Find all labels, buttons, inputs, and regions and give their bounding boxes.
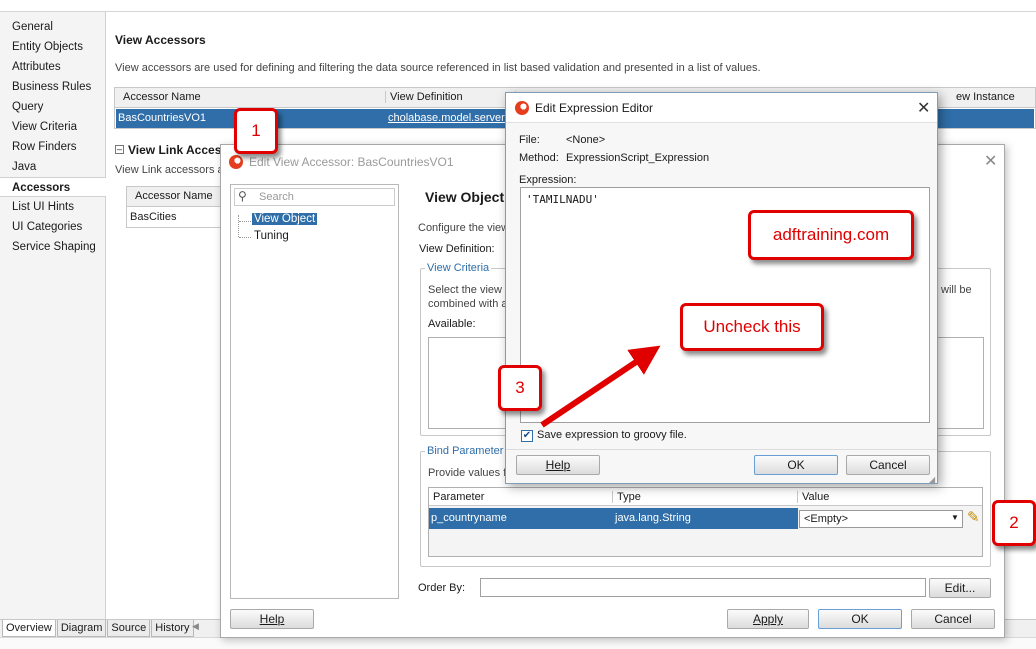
- nav-item-service-shaping[interactable]: Service Shaping: [0, 237, 106, 257]
- nav-item-accessors[interactable]: Accessors: [0, 177, 106, 197]
- nav-item-java[interactable]: Java: [0, 157, 106, 177]
- uncheck-callout: Uncheck this: [680, 303, 824, 351]
- nav-item-entity-objects[interactable]: Entity Objects: [0, 37, 106, 57]
- search-placeholder: Search: [259, 191, 294, 203]
- file-value: <None>: [566, 134, 606, 146]
- available-label: Available:: [428, 318, 476, 330]
- header-view-instance[interactable]: ew Instance: [956, 91, 1015, 103]
- tree-guide: [238, 215, 239, 237]
- resize-grip-icon[interactable]: ◢: [929, 475, 935, 484]
- tree-panel: ⚲ Search View Object Tuning: [230, 184, 399, 599]
- nav-list: General Entity Objects Attributes Business …: [0, 17, 106, 257]
- view-criteria-text1: Select the view: [428, 284, 502, 296]
- tree-item-tuning[interactable]: Tuning: [254, 230, 289, 242]
- bind-value-selected: <Empty>: [804, 513, 849, 525]
- accessor-row-name[interactable]: BasCountriesVO1: [118, 112, 206, 124]
- view-definition-label: View Definition:: [419, 243, 495, 255]
- order-by-label: Order By:: [418, 582, 466, 594]
- header-accessor-name[interactable]: Accessor Name: [115, 91, 386, 103]
- bind-table: Parameter Type Value p_countryname java.…: [428, 487, 983, 557]
- status-bar: [0, 637, 1036, 649]
- expr-dialog-title: Edit Expression Editor: [535, 101, 654, 115]
- tree-item-view-object[interactable]: View Object: [252, 213, 318, 225]
- arrow-annotation: [540, 345, 661, 428]
- expr-divider: [506, 449, 937, 450]
- link-row-name[interactable]: BasCities: [130, 211, 176, 223]
- expr-cancel-button[interactable]: Cancel: [846, 455, 930, 475]
- selected-list[interactable]: [936, 337, 984, 429]
- nav-item-row-finders[interactable]: Row Finders: [0, 137, 106, 157]
- step-2-callout: 2: [992, 500, 1036, 546]
- search-icon: ⚲: [238, 189, 247, 203]
- edit-dialog-cancel-button[interactable]: Cancel: [911, 609, 995, 629]
- bind-header-type[interactable]: Type: [613, 491, 798, 503]
- nav-item-query[interactable]: Query: [0, 97, 106, 117]
- expression-label: Expression:: [519, 174, 577, 186]
- top-border: [0, 11, 1036, 12]
- bind-parameter-legend: Bind Parameter V: [425, 445, 516, 457]
- tab-history[interactable]: History: [151, 620, 194, 637]
- view-link-desc: View Link accessors ar: [115, 164, 228, 176]
- order-by-input[interactable]: [480, 578, 926, 597]
- configure-text: Configure the view: [418, 222, 510, 234]
- edit-dialog-help-button[interactable]: Help: [230, 609, 314, 629]
- expr-app-icon: [515, 101, 529, 115]
- view-accessors-title: View Accessors: [115, 33, 206, 47]
- view-link-collapse-icon[interactable]: –: [115, 145, 124, 154]
- link-table: Accessor Name BasCities: [126, 186, 227, 228]
- bottom-tabs: Overview Diagram Source History: [2, 620, 195, 637]
- view-criteria-right-text: will be: [941, 284, 972, 296]
- expression-text: 'TAMILNADU': [526, 193, 599, 206]
- method-label: Method:: [519, 152, 559, 164]
- view-accessors-desc: View accessors are used for defining and…: [115, 62, 761, 74]
- nav-item-general[interactable]: General: [0, 17, 106, 37]
- dialog-app-icon: [229, 155, 243, 169]
- tab-diagram[interactable]: Diagram: [56, 620, 107, 637]
- tab-overview[interactable]: Overview: [2, 620, 56, 637]
- edit-dialog-title: Edit View Accessor: BasCountriesVO1: [249, 155, 454, 169]
- bind-row-parameter[interactable]: p_countryname: [431, 512, 507, 524]
- nav-item-attributes[interactable]: Attributes: [0, 57, 106, 77]
- arrow-line: [540, 345, 661, 428]
- bind-row-type: java.lang.String: [615, 512, 691, 524]
- pencil-icon[interactable]: ✎: [967, 508, 980, 526]
- view-criteria-text2: combined with a: [428, 298, 508, 310]
- nav-item-business-rules[interactable]: Business Rules: [0, 77, 106, 97]
- nav-item-view-criteria[interactable]: View Criteria: [0, 117, 106, 137]
- file-label: File:: [519, 134, 540, 146]
- left-nav: General Entity Objects Attributes Business …: [0, 12, 106, 622]
- search-box[interactable]: ⚲ Search: [234, 188, 395, 206]
- chevron-down-icon: ▼: [951, 513, 959, 522]
- edit-dialog-ok-button[interactable]: OK: [818, 609, 902, 629]
- method-value: ExpressionScript_Expression: [566, 152, 710, 164]
- link-header-accessor-name[interactable]: Accessor Name: [135, 190, 213, 202]
- bind-header-value[interactable]: Value: [802, 491, 829, 503]
- accessor-row-definition[interactable]: cholabase.model.server.: [388, 112, 507, 124]
- expr-help-button[interactable]: Help: [516, 455, 600, 475]
- view-object-heading: View Object: [425, 189, 505, 205]
- nav-item-list-ui-hints[interactable]: List UI Hints: [0, 197, 106, 217]
- step-1-callout: 1: [234, 108, 278, 154]
- tab-source[interactable]: Source: [107, 620, 151, 637]
- tab-scroll-left-icon[interactable]: ◀: [192, 621, 199, 632]
- expr-dialog-close-icon[interactable]: ✕: [917, 98, 930, 118]
- nav-item-ui-categories[interactable]: UI Categories: [0, 217, 106, 237]
- tree-guide-h1: [239, 221, 251, 222]
- view-criteria-legend: View Criteria: [425, 262, 492, 274]
- bind-header-parameter[interactable]: Parameter: [429, 491, 613, 503]
- header-view-definition[interactable]: View Definition: [386, 91, 516, 103]
- brand-callout: adftraining.com: [748, 210, 914, 260]
- bind-parameter-text: Provide values f: [428, 467, 507, 479]
- expr-ok-button[interactable]: OK: [754, 455, 838, 475]
- tree-guide-h2: [239, 237, 251, 238]
- order-by-edit-button[interactable]: Edit...: [929, 578, 991, 598]
- edit-dialog-apply-button[interactable]: Apply: [727, 609, 809, 629]
- edit-dialog-close-icon[interactable]: ✕: [984, 151, 997, 171]
- bind-value-dropdown[interactable]: <Empty> ▼: [799, 510, 963, 528]
